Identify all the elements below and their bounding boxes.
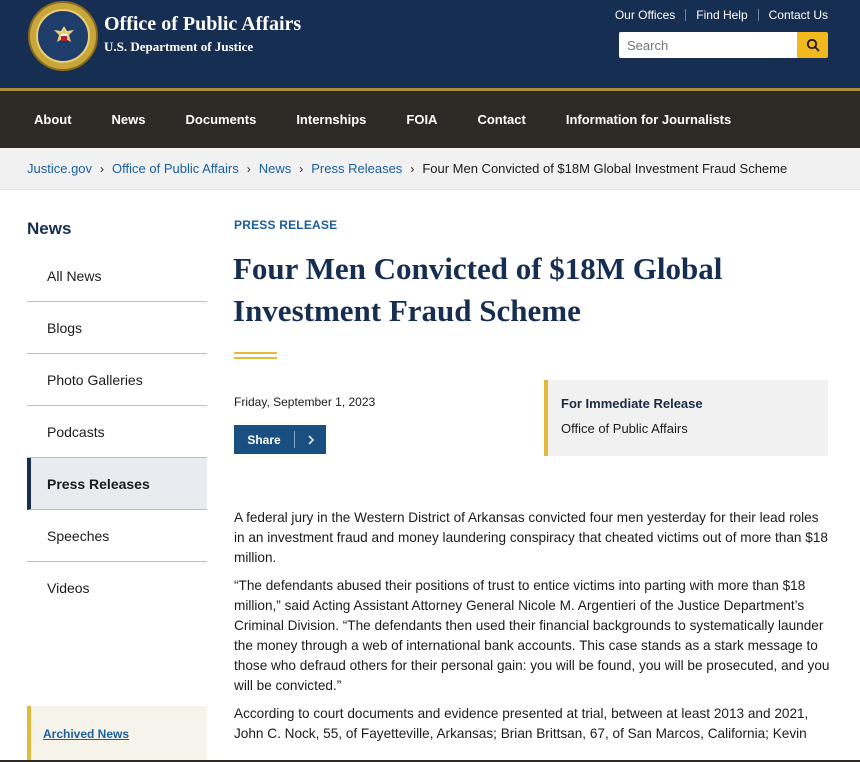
press-release-label: PRESS RELEASE [234, 218, 338, 232]
contact-us-link[interactable]: Contact Us [769, 8, 828, 22]
sidebar-item-podcasts[interactable]: Podcasts [27, 406, 207, 458]
sidebar-item-videos[interactable]: Videos [27, 562, 207, 614]
sidebar-item-blogs[interactable]: Blogs [27, 302, 207, 354]
title-line-1: Four Men Convicted of $18M Global [233, 251, 723, 286]
title-accent-rule [234, 352, 277, 354]
nav-item-documents[interactable]: Documents [166, 91, 277, 148]
search-input[interactable] [619, 32, 797, 58]
article-paragraph: “The defendants abused their positions o… [234, 578, 830, 693]
find-help-link[interactable]: Find Help [696, 8, 747, 22]
nav-item-internships[interactable]: Internships [276, 91, 386, 148]
archived-news-box: Archived News [27, 706, 207, 762]
search-icon [806, 38, 819, 52]
site-title[interactable]: Office of Public Affairs [104, 12, 301, 36]
sidebar-item-speeches[interactable]: Speeches [27, 510, 207, 562]
nav-item-journalists[interactable]: Information for Journalists [546, 91, 751, 148]
breadcrumb-justice-gov[interactable]: Justice.gov [27, 161, 92, 176]
chevron-right-icon: › [246, 161, 251, 176]
sidebar-item-press-releases[interactable]: Press Releases [27, 458, 207, 510]
breadcrumb-news[interactable]: News [259, 161, 292, 176]
chevron-right-icon: › [299, 161, 304, 176]
our-offices-link[interactable]: Our Offices [615, 8, 675, 22]
chevron-right-icon: › [410, 161, 415, 176]
article-paragraph: A federal jury in the Western District o… [234, 510, 828, 565]
sidebar-nav: All News Blogs Photo Galleries Podcasts … [27, 250, 207, 614]
chevron-right-icon: › [100, 161, 105, 176]
divider [685, 9, 687, 21]
page-title: Four Men Convicted of $18M Global Invest… [233, 248, 827, 332]
release-date: Friday, September 1, 2023 [234, 395, 376, 409]
article-paragraph: According to court documents and evidenc… [234, 706, 809, 741]
divider [757, 9, 759, 21]
release-title: For Immediate Release [561, 396, 703, 411]
sidebar-heading[interactable]: News [27, 219, 71, 239]
release-office: Office of Public Affairs [561, 421, 688, 436]
sidebar-item-photo-galleries[interactable]: Photo Galleries [27, 354, 207, 406]
nav-item-about[interactable]: About [14, 91, 92, 148]
title-line-2: Investment Fraud Scheme [233, 293, 581, 328]
sidebar-item-all-news[interactable]: All News [27, 250, 207, 302]
chevron-right-icon [295, 434, 326, 445]
archived-news-link[interactable]: Archived News [43, 727, 129, 741]
search-button[interactable] [797, 32, 828, 58]
breadcrumb-current: Four Men Convicted of $18M Global Invest… [422, 161, 788, 176]
share-label: Share [247, 432, 281, 447]
eagle-icon [54, 26, 74, 42]
main-nav: About News Documents Internships FOIA Co… [0, 91, 860, 148]
doj-seal-icon[interactable] [28, 1, 98, 71]
release-info-box: For Immediate Release Office of Public A… [544, 380, 828, 456]
breadcrumb: Justice.gov › Office of Public Affairs ›… [0, 148, 860, 190]
site-header: Office of Public Affairs U.S. Department… [0, 0, 860, 88]
breadcrumb-opa[interactable]: Office of Public Affairs [112, 161, 239, 176]
title-accent-rule [234, 357, 277, 359]
share-button[interactable]: Share [234, 425, 326, 454]
breadcrumb-press-releases[interactable]: Press Releases [311, 161, 402, 176]
utility-links: Our Offices Find Help Contact Us [615, 8, 828, 22]
site-subtitle: U.S. Department of Justice [104, 39, 254, 54]
nav-item-contact[interactable]: Contact [457, 91, 545, 148]
article-body: A federal jury in the Western District o… [234, 508, 830, 752]
nav-item-foia[interactable]: FOIA [386, 91, 457, 148]
nav-item-news[interactable]: News [92, 91, 166, 148]
